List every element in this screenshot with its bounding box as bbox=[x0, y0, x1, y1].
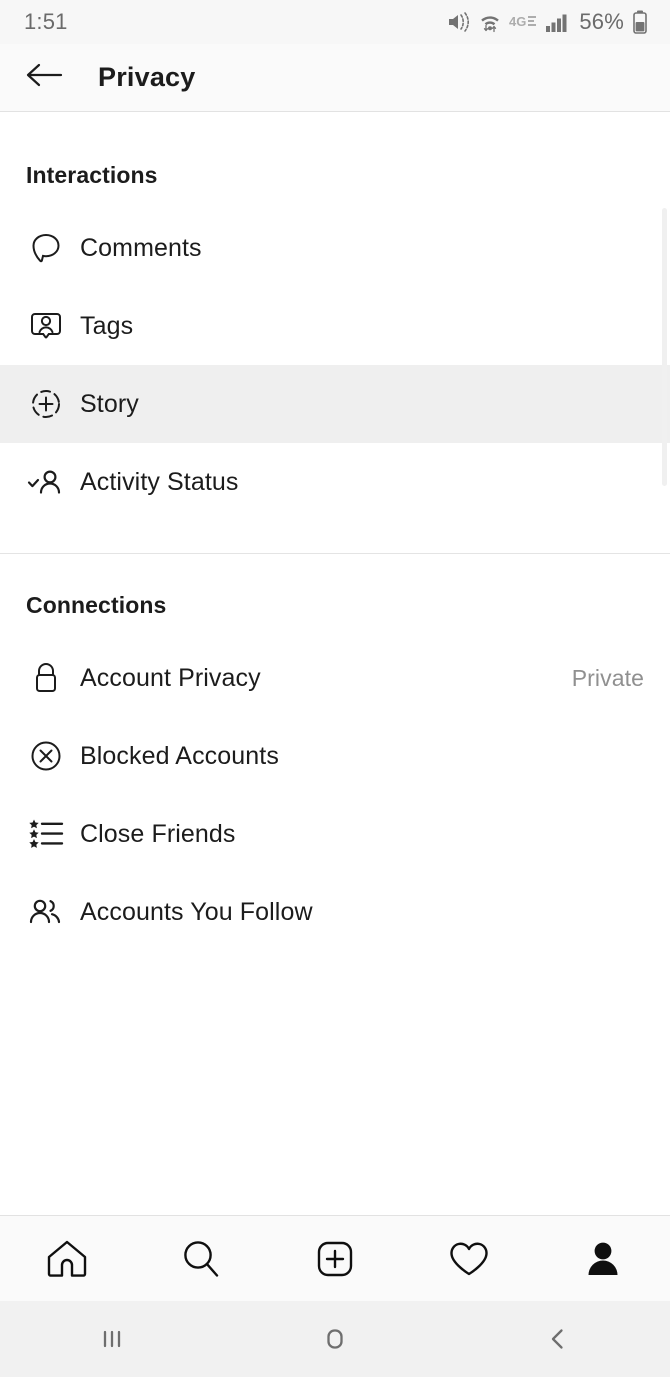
back-button[interactable] bbox=[22, 55, 68, 101]
recents-icon bbox=[96, 1323, 128, 1355]
add-post-icon bbox=[312, 1236, 358, 1282]
search-icon bbox=[178, 1236, 224, 1282]
battery-percent-label: 56% bbox=[579, 9, 624, 34]
people-icon bbox=[26, 892, 66, 932]
story-plus-circle-icon bbox=[26, 384, 66, 424]
back-button-nav[interactable] bbox=[447, 1301, 670, 1377]
home-icon bbox=[44, 1236, 90, 1282]
phone-screen: 1:51 4G 56% Privacy Interactions Comment… bbox=[0, 0, 670, 1377]
status-time: 1:51 bbox=[24, 9, 68, 34]
status-bar: 1:51 4G 56% bbox=[0, 0, 670, 44]
android-nav-bar bbox=[0, 1301, 670, 1377]
tab-profile[interactable] bbox=[536, 1216, 670, 1301]
4g-lte-icon: 4G bbox=[509, 14, 537, 30]
row-label: Blocked Accounts bbox=[80, 741, 279, 770]
settings-row-blocked-accounts[interactable]: Blocked Accounts bbox=[0, 717, 670, 795]
row-label: Story bbox=[80, 389, 139, 418]
bottom-tab-bar bbox=[0, 1215, 670, 1301]
svg-text:4G: 4G bbox=[509, 14, 526, 29]
settings-row-accounts-you-follow[interactable]: Accounts You Follow bbox=[0, 873, 670, 951]
row-label: Activity Status bbox=[80, 467, 239, 496]
comment-bubble-icon bbox=[26, 228, 66, 268]
section-heading: Connections bbox=[26, 592, 167, 618]
row-value-account-privacy: Private bbox=[571, 664, 644, 691]
settings-row-tags[interactable]: Tags bbox=[0, 287, 670, 365]
row-label: Tags bbox=[80, 311, 134, 340]
scrollbar[interactable] bbox=[662, 208, 667, 486]
tab-activity[interactable] bbox=[402, 1216, 536, 1301]
lock-icon bbox=[26, 658, 66, 698]
tab-search[interactable] bbox=[134, 1216, 268, 1301]
row-label: Accounts You Follow bbox=[80, 897, 313, 926]
status-icon-group: 4G 56% bbox=[447, 9, 648, 35]
settings-list: Interactions Comments Tags Story Activit… bbox=[0, 112, 670, 1215]
settings-row-close-friends[interactable]: Close Friends bbox=[0, 795, 670, 873]
section-rows: Account Privacy Private Blocked Accounts bbox=[0, 639, 670, 951]
recents-button[interactable] bbox=[0, 1301, 223, 1377]
tab-new-post[interactable] bbox=[268, 1216, 402, 1301]
section-heading: Interactions bbox=[26, 162, 158, 188]
tag-person-icon bbox=[26, 306, 66, 346]
settings-row-story[interactable]: Story bbox=[0, 365, 670, 443]
heart-icon bbox=[446, 1236, 492, 1282]
wifi-icon bbox=[479, 11, 501, 33]
app-header: Privacy bbox=[0, 44, 670, 112]
profile-icon bbox=[580, 1236, 626, 1282]
row-label: Comments bbox=[80, 233, 202, 262]
row-label: Account Privacy bbox=[80, 663, 261, 692]
settings-row-activity-status[interactable]: Activity Status bbox=[0, 443, 670, 521]
row-label: Close Friends bbox=[80, 819, 236, 848]
settings-row-comments[interactable]: Comments bbox=[0, 209, 670, 287]
mute-vibrate-icon bbox=[447, 11, 471, 33]
page-title: Privacy bbox=[98, 62, 196, 92]
section-interactions: Interactions Comments Tags Story Activit… bbox=[0, 162, 670, 554]
section-connections: Connections Account Privacy Private Bloc… bbox=[0, 592, 670, 951]
star-list-icon bbox=[26, 814, 66, 854]
home-button-icon bbox=[319, 1323, 351, 1355]
tab-home[interactable] bbox=[0, 1216, 134, 1301]
section-rows: Comments Tags Story Activity Status bbox=[0, 209, 670, 521]
block-circle-x-icon bbox=[26, 736, 66, 776]
settings-row-account-privacy[interactable]: Account Privacy Private bbox=[0, 639, 670, 717]
section-divider bbox=[0, 553, 670, 554]
home-button[interactable] bbox=[223, 1301, 446, 1377]
activity-check-person-icon bbox=[26, 462, 66, 502]
battery-icon bbox=[632, 10, 648, 34]
back-button-icon bbox=[542, 1323, 574, 1355]
back-arrow-icon bbox=[26, 61, 64, 94]
signal-bars-icon bbox=[545, 11, 569, 33]
